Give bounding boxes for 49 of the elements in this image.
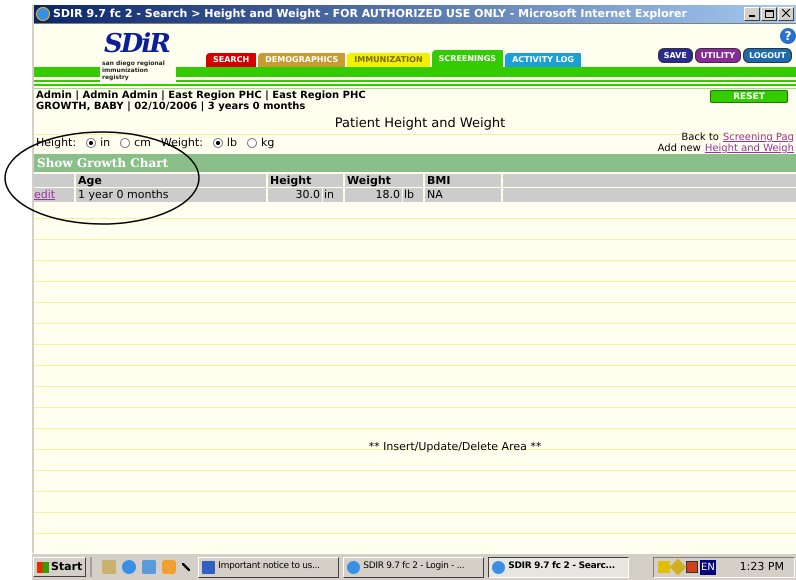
table-cell: 1 year 0 months bbox=[76, 188, 266, 202]
taskbar-button[interactable]: SDIR 9.7 fc 2 - Login - ... bbox=[343, 556, 484, 578]
user-info: Admin | Admin Admin | East Region PHC | East Region PHC bbox=[36, 90, 366, 101]
help-button[interactable]: ? bbox=[780, 28, 796, 44]
radio-button[interactable] bbox=[120, 138, 130, 148]
nav-tab[interactable]: IMMUNIZATION bbox=[347, 53, 430, 67]
edit-link[interactable]: edit bbox=[34, 188, 74, 202]
window-title: SDIR 9.7 fc 2 - Search > Height and Weight - FOR AUTHORIZED USE ONLY - Microsoft Internet Explorer bbox=[53, 6, 688, 22]
browser-icon bbox=[36, 7, 50, 21]
link[interactable]: Screening Pag bbox=[722, 132, 794, 143]
nav-tab[interactable]: ACTIVITY LOG bbox=[505, 53, 581, 67]
action-button[interactable]: SAVE bbox=[658, 48, 693, 63]
option-label: lb bbox=[226, 135, 237, 151]
area-caption: ** Insert/Update/Delete Area ** bbox=[368, 439, 542, 455]
link-prefix: Add new bbox=[658, 143, 701, 154]
table-cell: NA bbox=[425, 188, 501, 202]
taskbar-button[interactable]: Important notice to us... bbox=[198, 556, 340, 578]
link-prefix: Back to bbox=[681, 132, 719, 143]
column-header: BMI bbox=[425, 174, 501, 187]
taskbar-button[interactable]: SDIR 9.7 fc 2 - Searc... bbox=[488, 556, 630, 578]
start-button[interactable]: Start bbox=[33, 557, 86, 577]
radio-button[interactable] bbox=[212, 138, 223, 148]
maximize-button[interactable] bbox=[761, 7, 777, 21]
option-label: cm bbox=[134, 135, 151, 151]
field-label: Weight: bbox=[160, 135, 203, 151]
option-label: kg bbox=[260, 135, 274, 151]
column-header: Weight bbox=[345, 174, 423, 187]
clock: 1:23 PM bbox=[740, 558, 785, 575]
page-title: Patient Height and Weight bbox=[334, 115, 506, 132]
language-indicator[interactable]: EN bbox=[700, 560, 716, 574]
patient-info: GROWTH, BABY | 02/10/2006 | 3 years 0 months bbox=[36, 101, 306, 112]
table-cell: 30.0 bbox=[268, 188, 322, 202]
windows-flag-icon bbox=[37, 562, 49, 572]
radio-button[interactable] bbox=[86, 138, 96, 148]
nav-tab[interactable]: SEARCH bbox=[206, 53, 256, 67]
table-cell: 18.0 bbox=[345, 188, 402, 202]
browser-icon bbox=[492, 560, 506, 574]
link[interactable]: Height and Weigh bbox=[704, 143, 794, 154]
table-cell: in bbox=[323, 188, 343, 202]
close-button[interactable] bbox=[778, 7, 794, 21]
radio-button[interactable] bbox=[246, 138, 257, 148]
minimize-button[interactable] bbox=[744, 7, 760, 21]
option-label: in bbox=[100, 135, 110, 151]
column-header: Height bbox=[268, 174, 343, 187]
column-header: Age bbox=[76, 174, 266, 187]
action-button[interactable]: UTILITY bbox=[694, 48, 742, 63]
table-cell: lb bbox=[403, 188, 423, 202]
browser-icon bbox=[347, 560, 360, 574]
action-button[interactable]: LOGOUT bbox=[743, 48, 792, 63]
